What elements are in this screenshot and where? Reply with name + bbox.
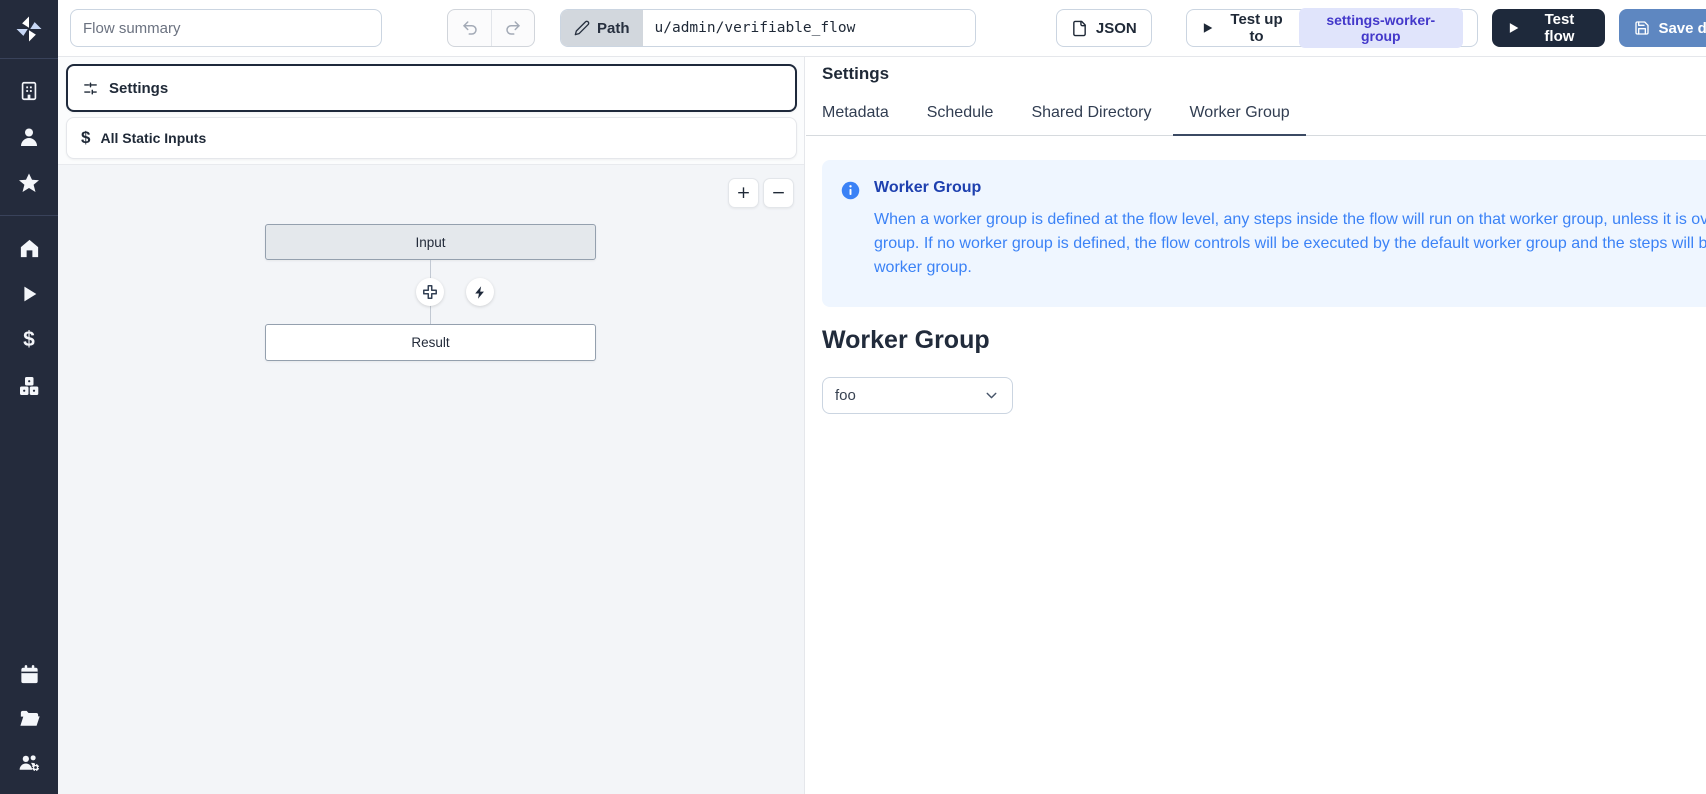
home-icon[interactable]	[7, 228, 51, 268]
pencil-icon	[574, 20, 590, 36]
windmill-logo[interactable]	[0, 0, 58, 58]
all-static-inputs-module[interactable]: $ All Static Inputs	[66, 117, 797, 159]
undo-icon	[461, 19, 479, 37]
sidebar-workspace-group	[7, 59, 51, 215]
tab-schedule[interactable]: Schedule	[911, 96, 1010, 136]
json-button-label: JSON	[1096, 20, 1137, 37]
info-box-title: Worker Group	[874, 179, 1706, 197]
settings-tabs: Metadata Schedule Shared Directory Worke…	[806, 96, 1706, 136]
all-static-inputs-label: All Static Inputs	[100, 130, 206, 146]
settings-panel-title: Settings	[822, 64, 1706, 84]
add-step-button[interactable]	[416, 278, 444, 306]
test-flow-button[interactable]: Test flow	[1492, 9, 1606, 47]
variables-dollar-icon[interactable]: $	[7, 320, 51, 360]
folders-icon[interactable]	[7, 698, 51, 738]
test-up-to-label: Test up to	[1222, 11, 1290, 45]
test-up-to-button[interactable]: Test up to settings-worker-group	[1186, 9, 1478, 47]
flow-editor-panel: Settings $ All Static Inputs + − Input R…	[58, 57, 805, 794]
plus-cross-icon	[421, 283, 439, 301]
resources-boxes-icon[interactable]	[7, 366, 51, 406]
result-node[interactable]: Result	[265, 324, 596, 361]
windmill-logo-icon	[14, 14, 44, 44]
worker-group-info-box: Worker Group When a worker group is defi…	[822, 160, 1706, 307]
tab-shared-directory[interactable]: Shared Directory	[1015, 96, 1167, 136]
tab-metadata[interactable]: Metadata	[806, 96, 905, 136]
app-sidebar: $	[0, 0, 58, 794]
worker-group-section-title: Worker Group	[822, 326, 1706, 355]
json-button[interactable]: JSON	[1056, 9, 1152, 47]
path-input[interactable]	[643, 10, 975, 46]
worker-group-select-value: foo	[835, 387, 856, 404]
settings-panel: Settings Metadata Schedule Shared Direct…	[806, 57, 1706, 794]
test-flow-label: Test flow	[1528, 11, 1590, 45]
redo-icon	[504, 19, 522, 37]
undo-button[interactable]	[448, 10, 491, 46]
save-draft-label: Save draft	[1658, 20, 1706, 37]
path-label: Path	[597, 20, 630, 37]
user-icon[interactable]	[7, 117, 51, 157]
info-box-body: When a worker group is defined at the fl…	[874, 208, 1706, 280]
sidebar-bottom-group	[7, 654, 51, 794]
chevron-down-icon	[983, 387, 1000, 404]
zoom-out-button[interactable]: −	[763, 178, 794, 208]
info-icon	[840, 180, 861, 280]
runs-play-icon[interactable]	[7, 274, 51, 314]
topbar: Path JSON Test up to settings-worker-gro…	[58, 0, 1706, 57]
dollar-icon: $	[81, 128, 90, 148]
input-node[interactable]: Input	[265, 224, 596, 260]
sidebar-main-group: $	[7, 216, 51, 418]
play-icon	[1201, 21, 1215, 35]
path-group: Path	[560, 9, 976, 47]
star-icon[interactable]	[7, 163, 51, 203]
flow-settings-module[interactable]: Settings	[66, 64, 797, 112]
flow-summary-input[interactable]	[70, 9, 382, 47]
play-icon	[1507, 21, 1521, 35]
lightning-bolt-icon	[473, 285, 488, 300]
schedules-calendar-icon[interactable]	[7, 654, 51, 694]
zoom-in-button[interactable]: +	[728, 178, 759, 208]
edit-path-button[interactable]: Path	[561, 10, 643, 46]
file-json-icon	[1071, 20, 1088, 37]
undo-redo-group	[447, 9, 535, 47]
groups-users-settings-icon[interactable]	[7, 742, 51, 782]
canvas-zoom-controls: + −	[728, 178, 794, 208]
workspace-building-icon[interactable]	[7, 71, 51, 111]
flow-settings-label: Settings	[109, 80, 168, 97]
sliders-icon	[82, 80, 99, 97]
redo-button[interactable]	[491, 10, 534, 46]
worker-group-select[interactable]: foo	[822, 377, 1013, 414]
trigger-bolt-button[interactable]	[466, 278, 494, 306]
save-draft-button[interactable]: Save draft	[1619, 9, 1706, 47]
save-icon	[1634, 20, 1650, 36]
tab-worker-group[interactable]: Worker Group	[1173, 96, 1305, 136]
flow-canvas[interactable]: + − Input Result	[58, 164, 804, 794]
info-box-content: Worker Group When a worker group is defi…	[874, 179, 1706, 280]
test-up-to-step-badge: settings-worker-group	[1299, 8, 1463, 48]
